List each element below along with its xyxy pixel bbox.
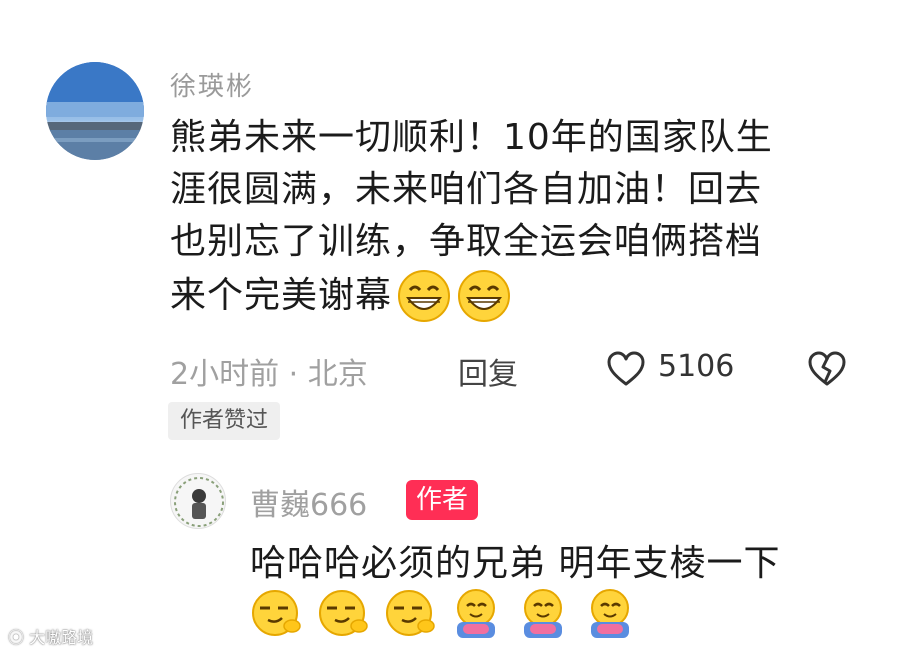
author-liked-tag: 作者赞过 xyxy=(168,402,281,440)
comment-time-location: 2小时前 · 北京 xyxy=(170,357,368,392)
landscape-avatar-image xyxy=(46,62,144,160)
comment-line: 来个完美谢幕 xyxy=(170,275,393,316)
smirk-emoji xyxy=(386,590,435,636)
heart-icon[interactable] xyxy=(606,350,646,388)
watermark-logo-icon: ⦿ xyxy=(8,628,30,647)
reply-emoji-row xyxy=(248,586,645,644)
smirk-emoji xyxy=(252,590,301,636)
comment-line: 熊弟未来一切顺利！10年的国家队生 xyxy=(170,117,773,158)
author-badge: 作者 xyxy=(406,480,479,520)
like-count: 5106 xyxy=(658,349,735,384)
reply-username[interactable]: 曹巍666 xyxy=(250,480,367,524)
cartoon-avatar-image xyxy=(174,477,224,527)
smirk-emoji xyxy=(319,590,368,636)
hug-emoji xyxy=(524,589,563,638)
grin-emoji xyxy=(458,270,511,322)
avatar[interactable] xyxy=(46,62,144,160)
comment-line-last: 来个完美谢幕 xyxy=(170,268,860,324)
hug-emoji xyxy=(457,589,496,638)
grin-emoji xyxy=(398,270,451,322)
reply-avatar[interactable] xyxy=(170,473,226,529)
reply-text: 哈哈哈必须的兄弟 明年支棱一下 xyxy=(250,543,781,584)
comment-username[interactable]: 徐瑛彬 xyxy=(170,66,254,103)
hug-emoji xyxy=(591,589,630,638)
comment-line: 涯很圆满，未来咱们各自加油！回去 xyxy=(170,169,763,210)
watermark-text: 大嗷路境 xyxy=(29,628,94,647)
reply-button[interactable]: 回复 xyxy=(458,349,518,393)
watermark: ⦿ 大嗷路境 xyxy=(8,624,93,648)
comment-line: 也别忘了训练，争取全运会咱俩搭档 xyxy=(170,221,763,262)
broken-heart-icon[interactable] xyxy=(806,350,848,388)
comment-text: 熊弟未来一切顺利！10年的国家队生 涯很圆满，未来咱们各自加油！回去 也别忘了训… xyxy=(170,112,860,324)
